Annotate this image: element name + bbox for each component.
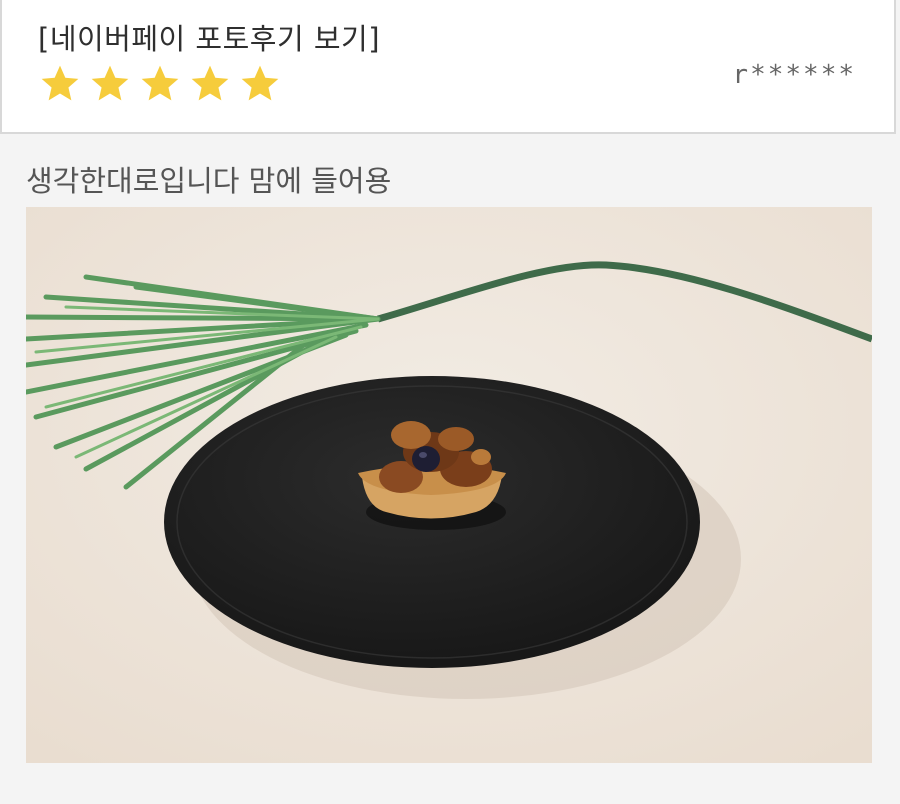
naverpay-photo-review-link[interactable]: [네이버페이 포토후기 보기] (38, 16, 380, 58)
star-icon (88, 62, 132, 106)
star-icon (138, 62, 182, 106)
review-photo[interactable] (26, 207, 872, 763)
star-icon (38, 62, 82, 106)
review-text: 생각한대로입니다 맘에 들어용 (26, 164, 392, 198)
review-header: [네이버페이 포토후기 보기] r****** (0, 0, 896, 134)
star-icon (188, 62, 232, 106)
rating-stars (38, 62, 283, 114)
star-icon (238, 62, 282, 106)
review-photo-icon (26, 207, 872, 763)
reviewer-name: r****** (732, 60, 856, 90)
